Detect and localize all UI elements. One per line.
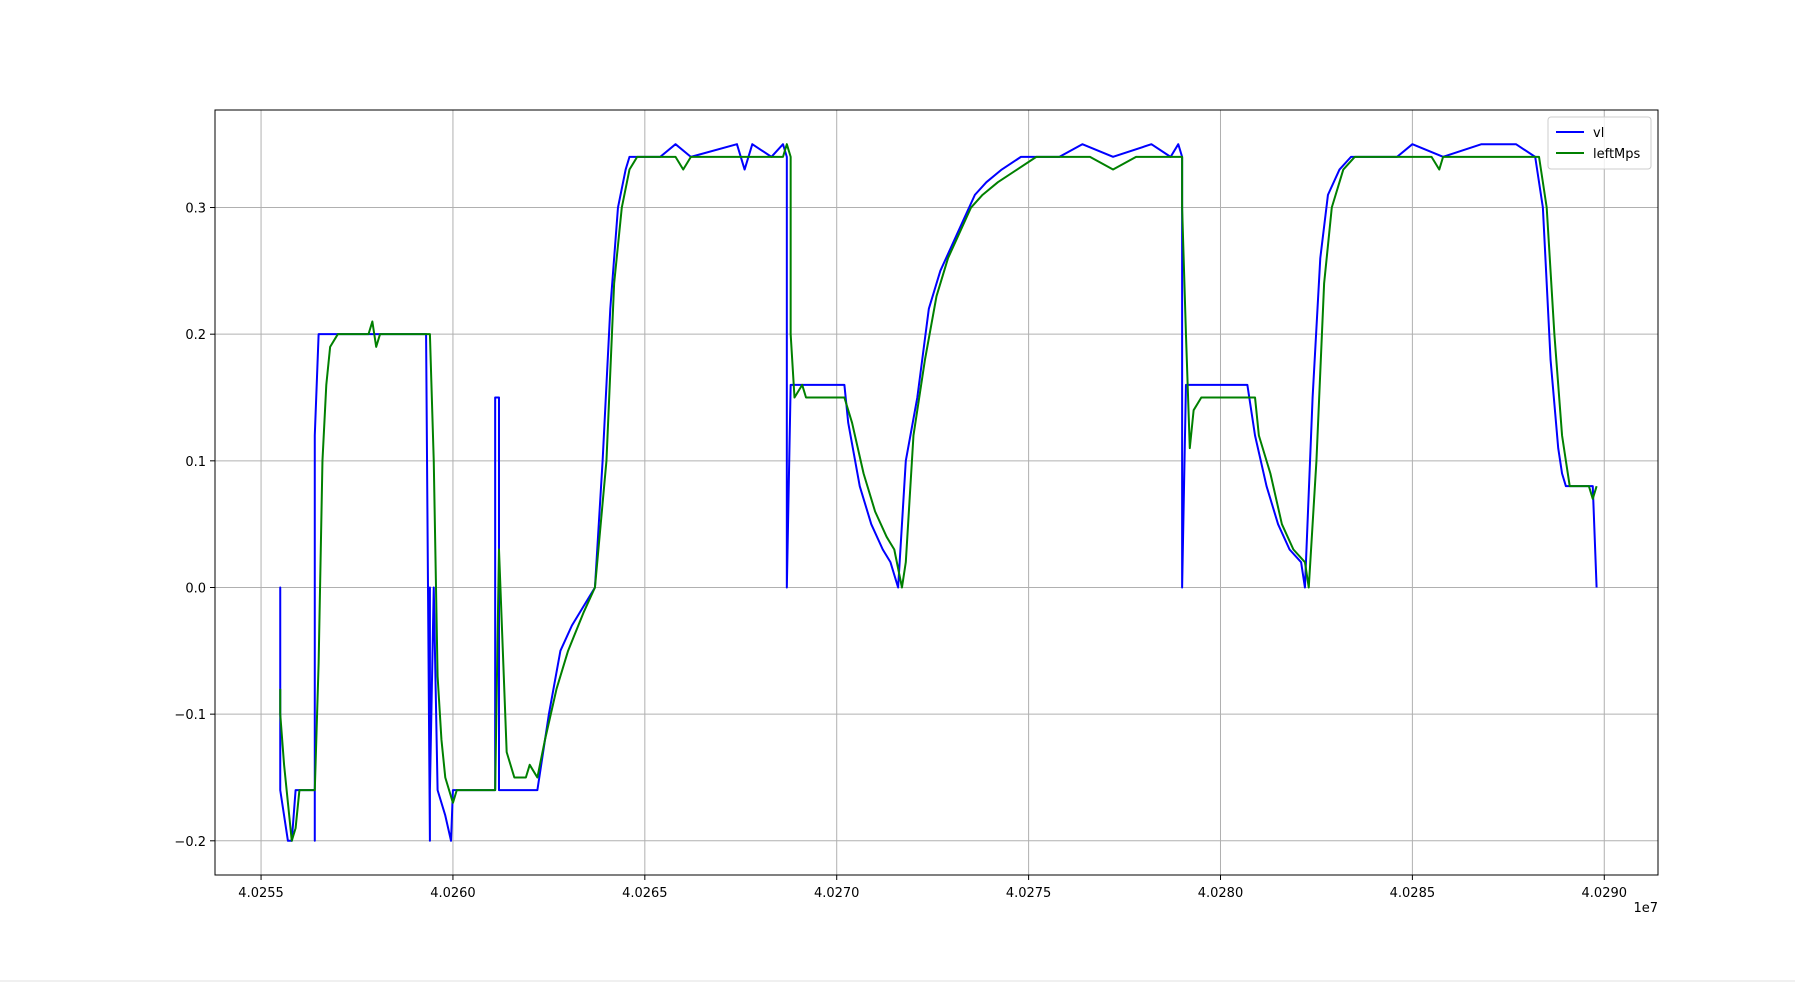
y-tick-label: 0.1: [185, 455, 206, 470]
y-tick-label: −0.2: [174, 835, 206, 850]
x-tick-label: 4.0265: [622, 886, 668, 901]
y-tick-label: 0.3: [185, 202, 206, 217]
y-tick-label: −0.1: [174, 708, 206, 723]
legend-label: leftMps: [1593, 147, 1641, 162]
x-tick-label: 4.0290: [1582, 886, 1628, 901]
x-offset-text: 1e7: [1633, 901, 1658, 916]
legend-label: vl: [1593, 126, 1604, 141]
figure-background: [0, 0, 1795, 982]
x-tick-label: 4.0285: [1390, 886, 1436, 901]
x-tick-label: 4.0270: [814, 886, 860, 901]
legend: vl leftMps: [1547, 116, 1652, 170]
x-tick-label: 4.0255: [238, 886, 284, 901]
x-tick-label: 4.0260: [430, 886, 476, 901]
y-tick-label: 0.0: [185, 581, 206, 596]
line-chart: 4.0255 4.0260 4.0265 4.0270 4.0275 4.0280 4.02…: [0, 0, 1795, 982]
x-tick-label: 4.0280: [1198, 886, 1244, 901]
x-tick-label: 4.0275: [1006, 886, 1052, 901]
y-tick-label: 0.2: [185, 328, 206, 343]
